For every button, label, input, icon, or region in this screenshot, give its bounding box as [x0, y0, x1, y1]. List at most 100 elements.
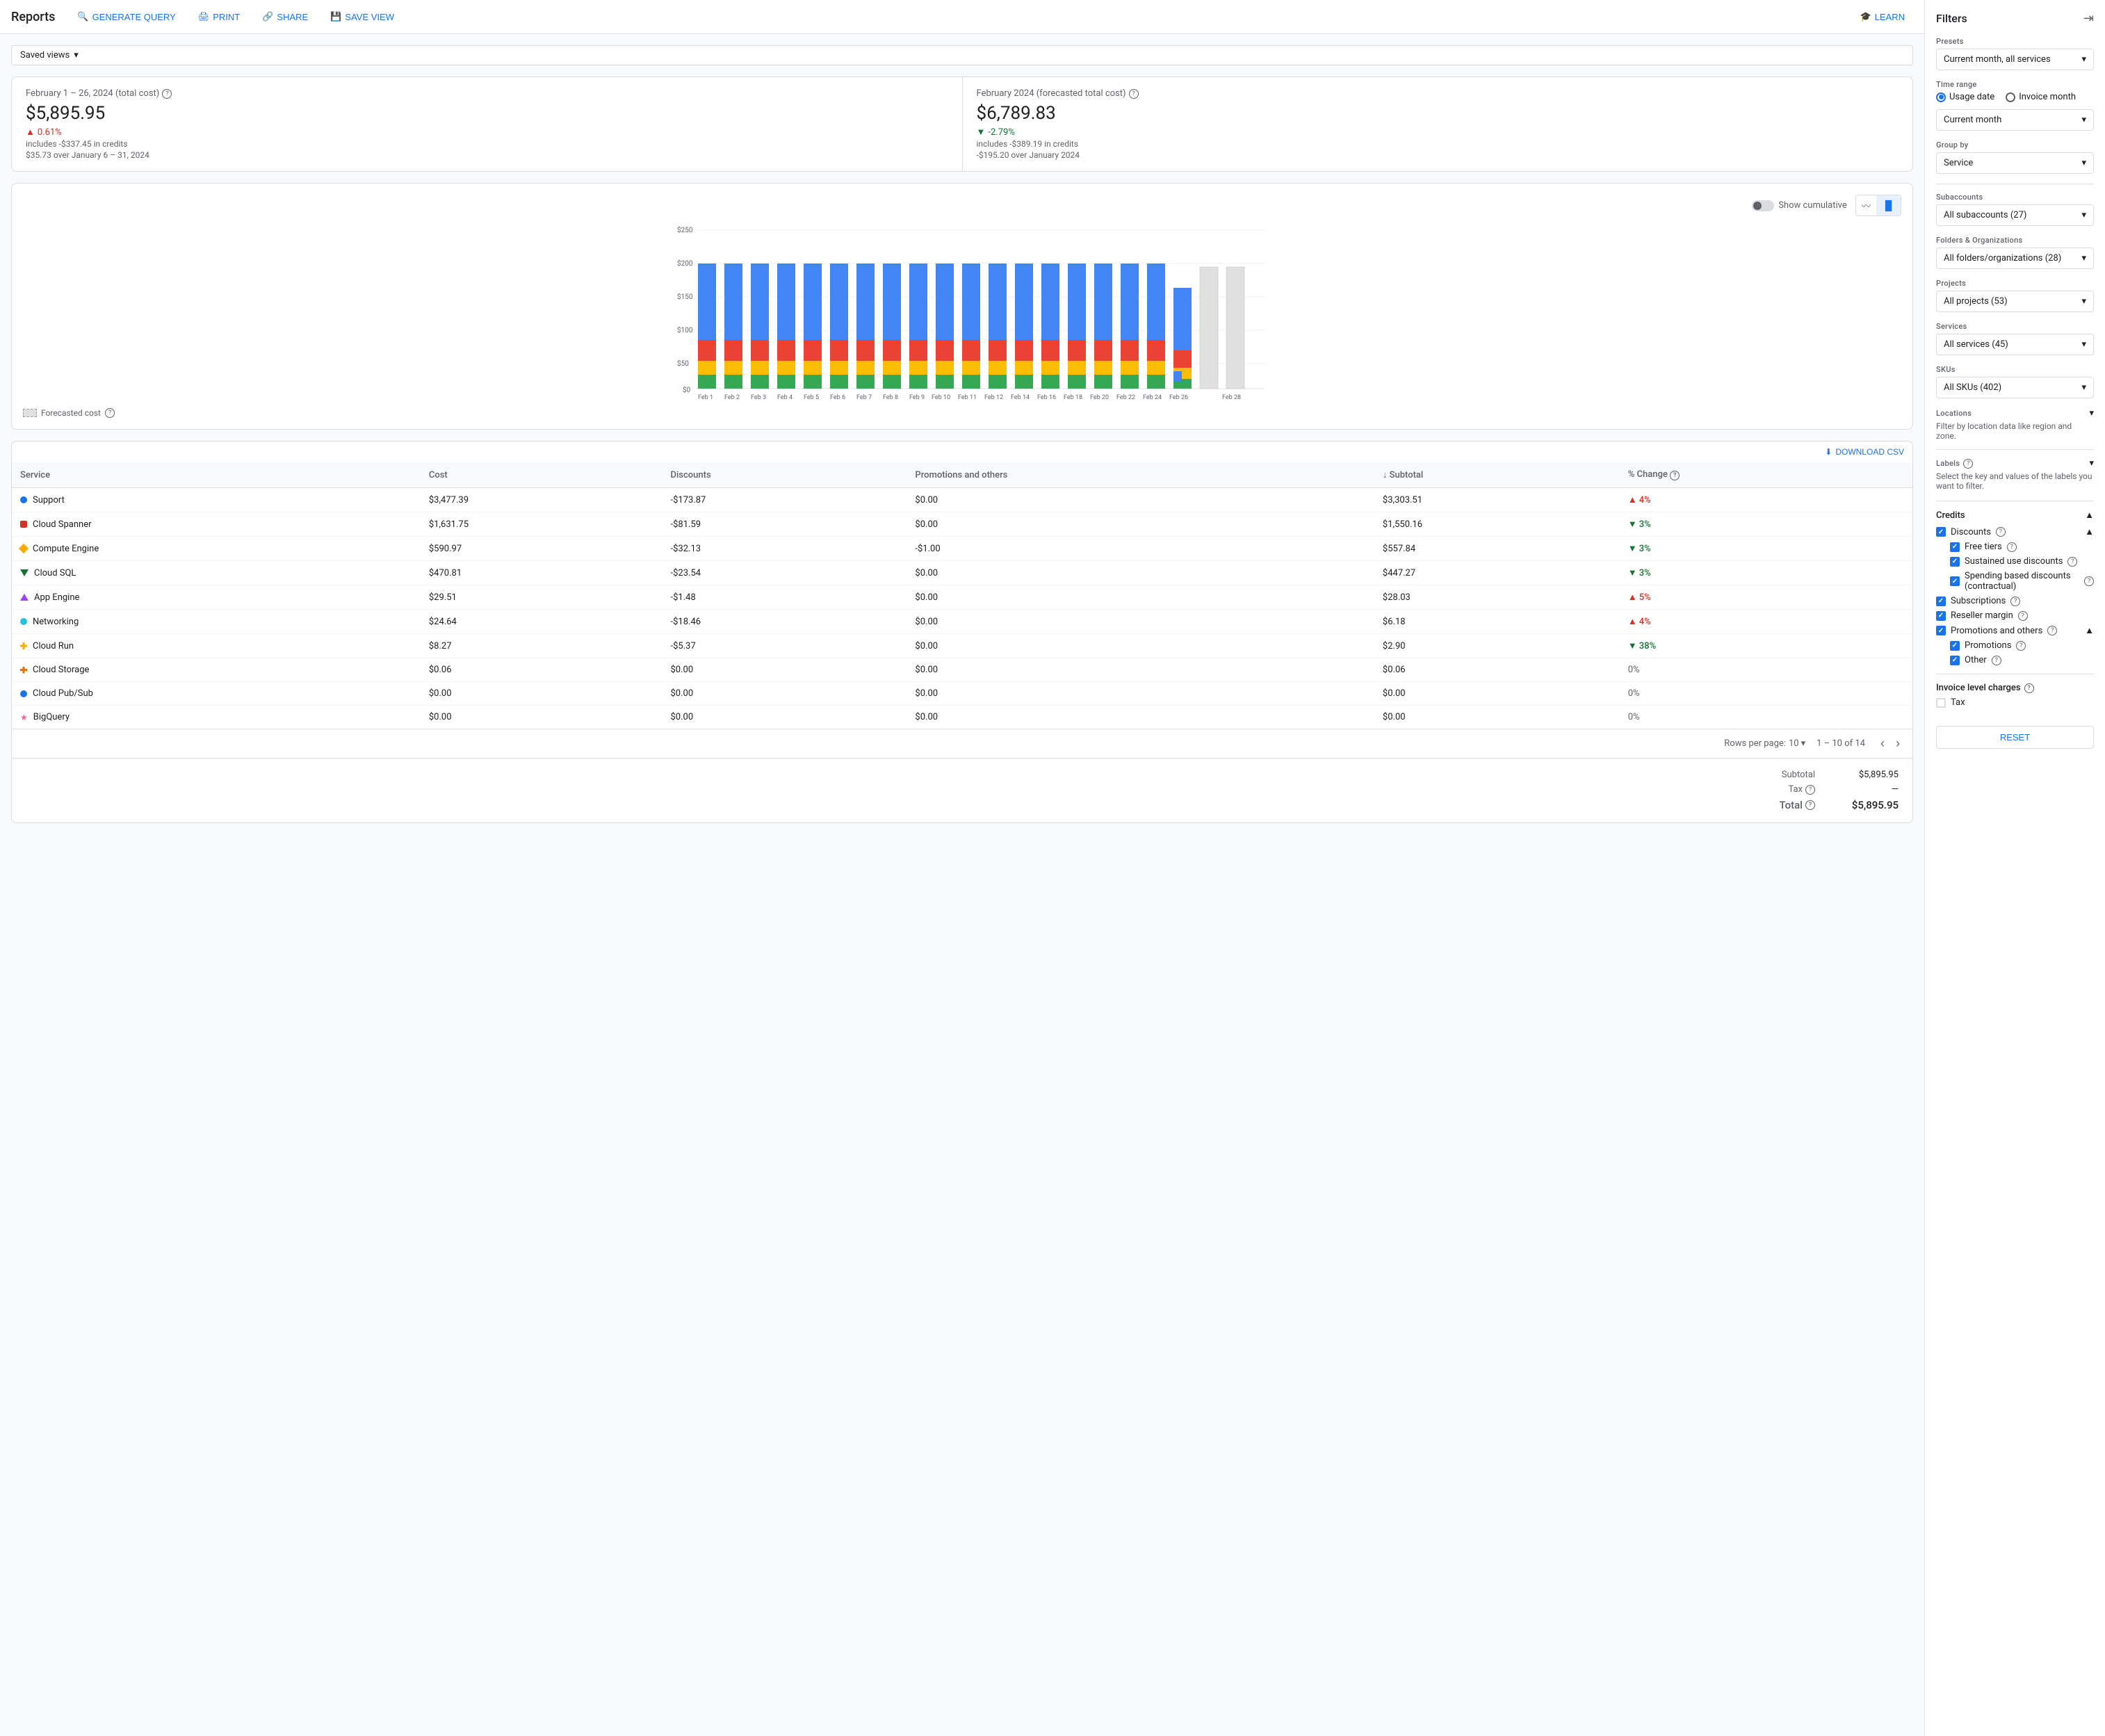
discounts-checkbox[interactable]: Discounts ? ▲ [1936, 526, 2094, 537]
metric-help-icon-1[interactable]: ? [1129, 89, 1139, 99]
skus-chevron-icon: ▾ [2081, 382, 2086, 393]
subscriptions-checkbox[interactable]: Subscriptions ? [1936, 596, 2094, 606]
skus-dropdown[interactable]: All SKUs (402) ▾ [1936, 377, 2094, 398]
tax-label: Tax ? [1788, 784, 1815, 795]
free-tiers-cb-icon [1950, 542, 1960, 552]
collapse-sidebar-button[interactable]: ⇥ [2083, 11, 2094, 26]
metric-change-1: ▼ -2.79% [977, 127, 1899, 138]
credits-section: Credits ▲ Discounts ? ▲ Free tiers ? Sus… [1936, 510, 2094, 665]
invoice-month-radio[interactable]: Invoice month [2006, 92, 2076, 102]
usage-date-radio[interactable]: Usage date [1936, 92, 1994, 102]
presets-label: Presets [1936, 37, 2094, 46]
discounts-help-icon[interactable]: ? [1996, 527, 2006, 537]
pct-change-help-icon[interactable]: ? [1670, 471, 1680, 480]
promotions-checkbox[interactable]: Promotions ? [1950, 640, 2094, 651]
svg-text:$0: $0 [683, 385, 691, 394]
projects-value: All projects (53) [1944, 296, 2008, 307]
metric-help-icon-0[interactable]: ? [162, 89, 172, 99]
spending-based-help-icon[interactable]: ? [2084, 576, 2094, 586]
projects-dropdown[interactable]: All projects (53) ▾ [1936, 291, 2094, 312]
time-period-value: Current month [1944, 115, 2001, 125]
download-csv-button[interactable]: ⬇ DOWNLOAD CSV [1825, 447, 1904, 457]
metric-change-sub-1: -$195.20 over January 2024 [977, 150, 1899, 160]
time-period-chevron-icon: ▾ [2081, 115, 2086, 125]
learn-button[interactable]: 🎓 LEARN [1851, 7, 1913, 26]
svg-text:Feb 8: Feb 8 [883, 394, 898, 401]
svg-text:Feb 9: Feb 9 [909, 394, 925, 401]
time-range-radio-group: Usage date Invoice month [1936, 92, 2094, 102]
reseller-margin-help-icon[interactable]: ? [2018, 611, 2028, 621]
presets-dropdown[interactable]: Current month, all services ▾ [1936, 49, 2094, 70]
tax-help-icon[interactable]: ? [1805, 785, 1815, 795]
line-chart-button[interactable]: 〰 [1856, 195, 1876, 216]
forecasted-icon [23, 409, 37, 417]
labels-help-icon[interactable]: ? [1963, 459, 1973, 469]
prev-page-button[interactable]: ‹ [1876, 735, 1889, 752]
other-help-icon[interactable]: ? [1992, 656, 2001, 665]
promotions-label: Promotions [1965, 640, 2011, 651]
invoice-charges-help-icon[interactable]: ? [2024, 683, 2034, 693]
discounts-cb-icon [1936, 527, 1946, 537]
filters-title: Filters [1936, 12, 1967, 25]
save-view-button[interactable]: 💾 SAVE VIEW [322, 7, 403, 26]
sustained-use-checkbox[interactable]: Sustained use discounts ? [1950, 556, 2094, 567]
promos-cell: $0.00 [907, 610, 1374, 634]
promos-cell: $0.00 [907, 512, 1374, 537]
rows-per-page-select[interactable]: 10 ▾ [1789, 738, 1805, 749]
locations-expand[interactable]: Locations ▾ [1936, 408, 2094, 419]
subtotal-cell: $0.06 [1374, 658, 1620, 682]
projects-section: Projects All projects (53) ▾ [1936, 279, 2094, 312]
tax-invoice-checkbox[interactable]: Tax [1936, 697, 2094, 708]
subscriptions-help-icon[interactable]: ? [2010, 597, 2020, 606]
discounts-cell: $0.00 [663, 682, 907, 706]
saved-views-dropdown[interactable]: Saved views ▾ [11, 45, 1913, 65]
free-tiers-checkbox[interactable]: Free tiers ? [1950, 542, 2094, 552]
svg-text:Feb 20: Feb 20 [1090, 394, 1109, 401]
svg-text:Feb 4: Feb 4 [777, 394, 793, 401]
cost-cell: $8.27 [421, 634, 663, 658]
bar-chart-button[interactable]: ▐▌ [1876, 195, 1901, 216]
promotions-others-expand-icon[interactable]: ▲ [2085, 625, 2094, 636]
sustained-use-help-icon[interactable]: ? [2067, 557, 2077, 567]
free-tiers-help-icon[interactable]: ? [2007, 542, 2017, 552]
discounts-expand-icon[interactable]: ▲ [2085, 526, 2094, 537]
promotions-others-help-icon[interactable]: ? [2047, 626, 2057, 635]
bar-chart: $250 $200 $150 $100 $50 $0 [23, 222, 1901, 403]
metrics-row: February 1 – 26, 2024 (total cost) ? $5,… [11, 76, 1913, 172]
print-button[interactable]: 🖨 PRINT [190, 7, 249, 26]
service-cell: Compute Engine [12, 537, 421, 561]
cost-cell: $1,631.75 [421, 512, 663, 537]
folders-dropdown[interactable]: All folders/organizations (28) ▾ [1936, 248, 2094, 269]
subtotal-cell: $0.00 [1374, 706, 1620, 729]
generate-query-button[interactable]: 🔍 GENERATE QUERY [69, 7, 184, 26]
other-checkbox[interactable]: Other ? [1950, 655, 2094, 665]
time-period-dropdown[interactable]: Current month ▾ [1936, 109, 2094, 131]
next-page-button[interactable]: › [1892, 735, 1904, 752]
spending-based-checkbox[interactable]: Spending based discounts (contractual) ? [1950, 571, 2094, 592]
group-by-label: Group by [1936, 140, 2094, 149]
promotions-help-icon[interactable]: ? [2016, 641, 2026, 651]
invoice-month-label: Invoice month [2019, 92, 2076, 102]
share-button[interactable]: 🔗 SHARE [254, 7, 316, 26]
reset-button[interactable]: RESET [1936, 726, 2094, 749]
promos-cell: $0.00 [907, 682, 1374, 706]
services-dropdown[interactable]: All services (45) ▾ [1936, 334, 2094, 355]
labels-expand[interactable]: Labels ? ▾ [1936, 458, 2094, 469]
reseller-margin-checkbox[interactable]: Reseller margin ? [1936, 610, 2094, 621]
subaccounts-dropdown[interactable]: All subaccounts (27) ▾ [1936, 204, 2094, 226]
show-cumulative-toggle[interactable]: Show cumulative [1752, 200, 1847, 211]
rows-per-page: Rows per page: 10 ▾ [1724, 738, 1805, 749]
subtotal-cell: $2.90 [1374, 634, 1620, 658]
forecasted-help-icon[interactable]: ? [105, 408, 115, 418]
total-line: Total ? $5,895.95 [1779, 799, 1899, 811]
credits-collapse-icon[interactable]: ▲ [2085, 510, 2094, 521]
promotions-others-checkbox[interactable]: Promotions and others ? ▲ [1936, 625, 2094, 636]
pct-cell: ▲ 4% [1620, 610, 1912, 634]
skus-section: SKUs All SKUs (402) ▾ [1936, 365, 2094, 398]
group-by-dropdown[interactable]: Service ▾ [1936, 152, 2094, 174]
skus-label: SKUs [1936, 365, 2094, 374]
labels-chevron-icon: ▾ [2089, 458, 2094, 469]
svg-text:Feb 26: Feb 26 [1169, 394, 1188, 401]
total-help-icon[interactable]: ? [1805, 800, 1815, 810]
chevron-down-icon: ▾ [74, 50, 79, 60]
